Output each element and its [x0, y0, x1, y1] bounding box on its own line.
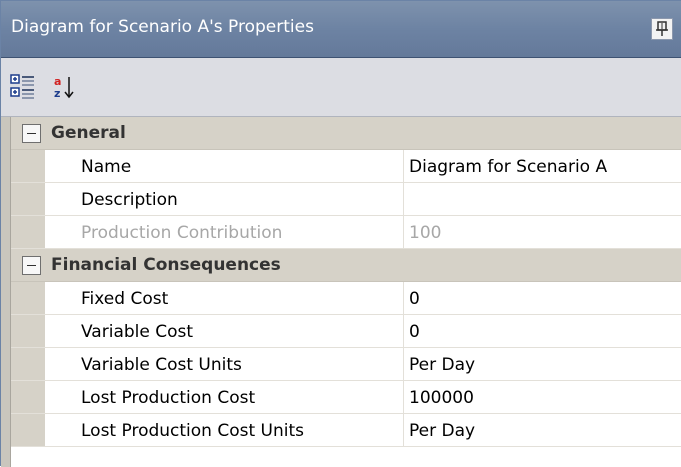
property-name: Name: [81, 157, 132, 177]
property-row: Production Contribution 100: [1, 216, 681, 249]
property-row[interactable]: Variable Cost Units Per Day: [1, 348, 681, 381]
category-label: Financial Consequences: [51, 255, 281, 275]
column-divider[interactable]: [403, 348, 404, 381]
property-row[interactable]: Name Diagram for Scenario A: [1, 150, 681, 183]
collapse-icon[interactable]: [22, 124, 41, 143]
properties-window: Diagram for Scenario A's Properties a z …: [0, 0, 681, 467]
property-name: Description: [81, 190, 178, 210]
categorized-view-icon[interactable]: [9, 72, 39, 102]
property-row[interactable]: Lost Production Cost 100000: [1, 381, 681, 414]
property-value: 100: [409, 223, 442, 243]
property-row[interactable]: Fixed Cost 0: [1, 282, 681, 315]
property-value[interactable]: 0: [409, 322, 420, 342]
property-name: Variable Cost Units: [81, 355, 242, 375]
category-label: General: [51, 123, 126, 143]
property-value[interactable]: Diagram for Scenario A: [409, 157, 607, 177]
column-divider[interactable]: [403, 315, 404, 348]
window-titlebar[interactable]: Diagram for Scenario A's Properties: [1, 1, 681, 58]
property-name: Lost Production Cost Units: [81, 421, 305, 441]
column-divider[interactable]: [403, 414, 404, 447]
property-value[interactable]: 100000: [409, 388, 474, 408]
property-row[interactable]: Variable Cost 0: [1, 315, 681, 348]
property-value[interactable]: 0: [409, 289, 420, 309]
pin-icon[interactable]: [651, 18, 673, 40]
property-toolbar: a z: [1, 58, 681, 117]
property-row[interactable]: Lost Production Cost Units Per Day: [1, 414, 681, 447]
property-name: Production Contribution: [81, 223, 283, 243]
column-divider[interactable]: [403, 183, 404, 216]
property-row[interactable]: Description: [1, 183, 681, 216]
column-divider[interactable]: [403, 216, 404, 249]
property-value[interactable]: Per Day: [409, 355, 475, 375]
grid-left-edge: [1, 117, 11, 467]
column-divider[interactable]: [403, 282, 404, 315]
svg-text:z: z: [54, 87, 60, 100]
category-row[interactable]: General: [1, 117, 681, 150]
property-grid: General Name Diagram for Scenario A Descrip…: [1, 117, 681, 467]
column-divider[interactable]: [403, 150, 404, 183]
alphabetical-sort-icon[interactable]: a z: [51, 72, 81, 102]
property-name: Variable Cost: [81, 322, 194, 342]
window-title: Diagram for Scenario A's Properties: [11, 17, 314, 37]
category-row[interactable]: Financial Consequences: [1, 249, 681, 282]
property-value[interactable]: Per Day: [409, 421, 475, 441]
property-name: Fixed Cost: [81, 289, 169, 309]
column-divider[interactable]: [403, 381, 404, 414]
property-name: Lost Production Cost: [81, 388, 256, 408]
collapse-icon[interactable]: [22, 256, 41, 275]
